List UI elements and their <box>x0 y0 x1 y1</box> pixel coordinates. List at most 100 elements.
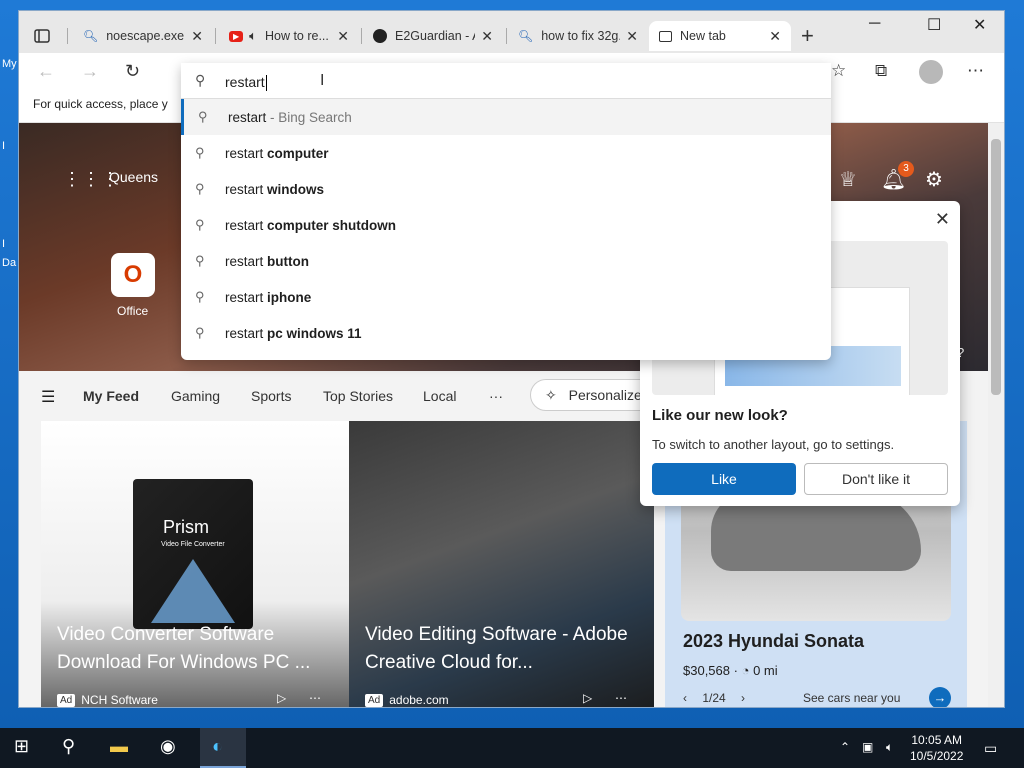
tab-actions-icon <box>34 29 50 43</box>
settings-gear-icon[interactable]: ⚙ <box>925 167 943 192</box>
news-card-ad-nch[interactable]: Prism Video File Converter Video Convert… <box>41 421 349 707</box>
car-price: $30,568 <box>683 663 730 678</box>
tab-title: noescape.exe ... <box>106 29 185 43</box>
feed-tab-sports[interactable]: Sports <box>251 388 291 404</box>
action-center-icon[interactable]: ▭ <box>984 740 997 757</box>
source-name: NCH Software <box>81 693 158 707</box>
back-button[interactable]: ← <box>37 61 55 82</box>
refresh-button[interactable]: ↻ <box>125 61 140 82</box>
chevron-left-icon[interactable]: ‹ <box>683 691 687 705</box>
feed-tab-my-feed[interactable]: My Feed <box>83 388 139 404</box>
search-icon: ⚲ <box>195 253 205 268</box>
edge-taskbar-item[interactable]: ◐ <box>200 728 246 768</box>
personalize-label: Personalize <box>568 387 642 403</box>
maximize-button[interactable]: ☐ <box>927 15 941 35</box>
tab-actions-button[interactable] <box>27 23 57 49</box>
search-icon: ⚲ <box>195 325 205 340</box>
address-bar-input[interactable]: ⚲ restart I <box>181 63 831 99</box>
profile-avatar[interactable] <box>919 60 943 84</box>
dislike-button[interactable]: Don't like it <box>804 463 948 495</box>
tab-e2guardian[interactable]: E2Guardian - A... ✕ <box>363 21 503 51</box>
taskbar: ⊞ ⚲ ▬ ◉ ◐ ⌃ ▣ 🔈︎ 10:05 AM 10/5/2022 ▭ <box>0 728 1024 768</box>
newtab-icon <box>659 30 672 42</box>
browser-window: 🔍︎ noescape.exe ... ✕ ▶ 🔈︎ How to re... … <box>18 10 1005 708</box>
ad-badge: Ad <box>365 693 384 707</box>
office-icon[interactable]: O <box>111 253 155 297</box>
tab-noescape[interactable]: 🔍︎ noescape.exe ... ✕ <box>73 21 213 51</box>
feed-tab-local[interactable]: Local <box>423 388 456 404</box>
hamburger-menu-icon[interactable]: ☰ <box>41 387 55 407</box>
window-close-button[interactable]: ✕ <box>973 15 986 35</box>
favorites-bar-hint: For quick access, place y <box>33 97 168 111</box>
close-icon[interactable]: ✕ <box>935 209 950 230</box>
car-mileage: 0 mi <box>753 663 778 678</box>
search-icon: ⚲ <box>195 289 205 304</box>
search-icon: 🔍︎ <box>83 29 99 43</box>
clock-date: 10/5/2022 <box>910 749 964 763</box>
feed-tab-gaming[interactable]: Gaming <box>171 388 220 404</box>
scrollbar-thumb[interactable] <box>991 139 1001 395</box>
card-title[interactable]: Video Editing Software - Adobe Creative … <box>365 621 645 677</box>
ad-choices-icon[interactable]: ▷ <box>277 691 286 705</box>
network-icon[interactable]: ▣ <box>862 740 873 754</box>
desktop-label: My <box>2 58 17 70</box>
speaker-icon[interactable]: 🔈︎ <box>249 28 257 44</box>
close-icon[interactable]: ✕ <box>769 28 781 45</box>
feed-more-icon[interactable]: ··· <box>489 388 503 404</box>
chevron-right-icon[interactable]: › <box>741 691 745 705</box>
office-label: Office <box>117 304 149 318</box>
suggestion-item[interactable]: ⚲ restart iphone <box>181 279 831 315</box>
chrome-icon[interactable]: ◉ <box>160 736 176 757</box>
card-title[interactable]: Video Converter Software Download For Wi… <box>57 621 337 677</box>
rewards-icon[interactable]: ♕ <box>839 167 857 192</box>
collections-icon[interactable]: ⧉ <box>875 61 887 81</box>
suggestion-item[interactable]: ⚲ restart computer shutdown <box>181 207 831 243</box>
suggestion-item[interactable]: ⚲ restart pc windows 11 <box>181 315 831 351</box>
new-tab-button[interactable]: + <box>801 23 814 49</box>
more-menu-icon[interactable]: ⋯ <box>967 61 984 81</box>
favorites-icon[interactable]: ☆ <box>831 61 846 81</box>
news-card-ad-adobe[interactable]: Video Editing Software - Adobe Creative … <box>349 421 654 707</box>
chevron-up-icon[interactable]: ⌃ <box>840 740 850 754</box>
card-more-icon[interactable]: ⋯ <box>615 691 627 705</box>
popup-description: To switch to another layout, go to setti… <box>652 437 895 452</box>
github-icon <box>373 29 387 43</box>
product-box-title: Prism <box>163 517 209 537</box>
desktop-label: I <box>2 238 6 250</box>
volume-icon[interactable]: 🔈︎ <box>886 740 893 755</box>
close-icon[interactable]: ✕ <box>337 28 349 45</box>
suggestion-item[interactable]: ⚲ restart - Bing Search <box>181 99 831 135</box>
forward-button[interactable]: → <box>81 61 99 82</box>
ad-badge: Ad <box>57 693 76 707</box>
odometer-icon: ◔ <box>741 663 750 678</box>
address-text: restart <box>225 74 265 90</box>
tab-how-to-fix[interactable]: 🔍︎ how to fix 32g... ✕ <box>508 21 648 51</box>
car-title[interactable]: 2023 Hyundai Sonata <box>683 631 864 652</box>
minimize-button[interactable]: ─ <box>869 15 880 33</box>
suggestion-item[interactable]: ⚲ restart button <box>181 243 831 279</box>
suggestion-item[interactable]: ⚲ restart computer <box>181 135 831 171</box>
system-clock[interactable]: 10:05 AM 10/5/2022 <box>910 732 963 764</box>
ad-choices-icon[interactable]: ▷ <box>583 691 592 705</box>
clock-time: 10:05 AM <box>911 733 963 747</box>
file-explorer-icon[interactable]: ▬ <box>110 736 128 757</box>
windows-start-icon[interactable]: ⊞ <box>14 736 29 757</box>
page-scrollbar[interactable] <box>988 123 1004 707</box>
like-button[interactable]: Like <box>652 463 796 495</box>
close-icon[interactable]: ✕ <box>481 28 493 45</box>
tab-title: How to re... <box>264 29 329 43</box>
search-icon[interactable]: ⚲ <box>62 736 75 757</box>
close-icon[interactable]: ✕ <box>191 28 203 45</box>
feed-tab-top-stories[interactable]: Top Stories <box>323 388 393 404</box>
tab-how-to[interactable]: ▶ 🔈︎ How to re... ✕ <box>219 21 359 51</box>
tab-new-tab[interactable]: New tab ✕ <box>649 21 791 51</box>
weather-location[interactable]: Queens <box>109 169 158 185</box>
arrow-right-icon[interactable]: → <box>929 687 951 707</box>
close-icon[interactable]: ✕ <box>626 28 638 45</box>
card-source: Ad NCH Software <box>57 693 158 707</box>
suggestion-item[interactable]: ⚲ restart windows <box>181 171 831 207</box>
tab-title: how to fix 32g... <box>541 29 621 43</box>
see-cars-link[interactable]: See cars near you <box>803 691 900 705</box>
card-more-icon[interactable]: ⋯ <box>309 691 321 705</box>
car-meta: $30,568 · ◔ 0 mi <box>683 663 778 678</box>
